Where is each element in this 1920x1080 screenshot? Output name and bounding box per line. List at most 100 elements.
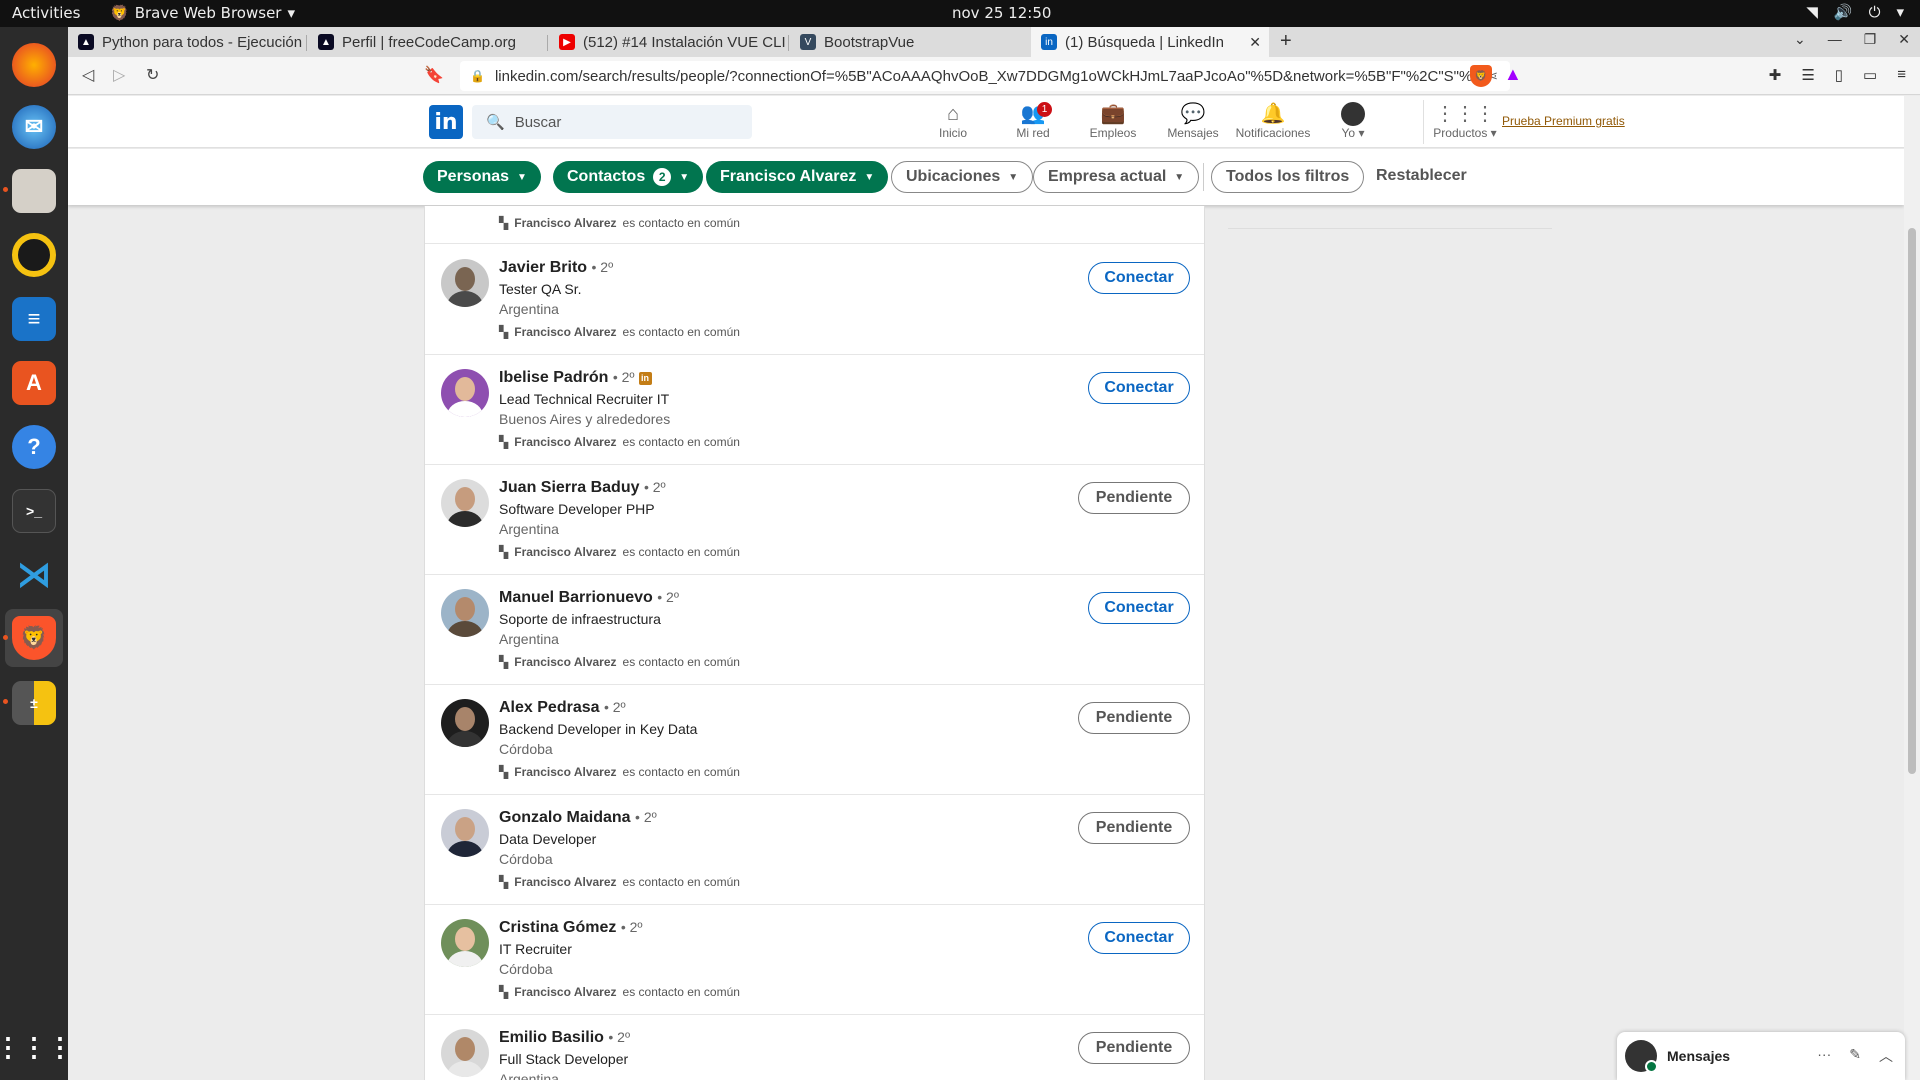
connect-button[interactable]: Conectar (1088, 372, 1190, 404)
nav-label: Yo (1341, 126, 1356, 140)
avatar[interactable] (441, 1029, 489, 1077)
tab-linkedin[interactable]: in (1) Búsqueda | LinkedIn ✕ (1031, 27, 1269, 57)
terminal-icon[interactable]: >_ (12, 489, 56, 533)
activities-button[interactable]: Activities (12, 4, 80, 22)
connect-button[interactable]: Conectar (1088, 922, 1190, 954)
mutual-name[interactable]: Francisco Alvarez (514, 545, 616, 559)
filter-ubicaciones[interactable]: Ubicaciones ▼ (891, 161, 1034, 193)
person-name[interactable]: Ibelise Padrón (499, 369, 608, 386)
tab-freecodecamp[interactable]: ▲ Perfil | freeCodeCamp.org (308, 27, 546, 57)
nav-notificaciones[interactable]: 🔔 Notificaciones (1233, 102, 1313, 140)
chevron-up-icon[interactable]: ︿ (1879, 1046, 1893, 1066)
avatar[interactable] (441, 259, 489, 307)
window-controls: ⌄ — ❐ ✕ (1794, 31, 1910, 48)
playlist-icon[interactable]: ☰ (1801, 66, 1814, 84)
scrollbar-thumb[interactable] (1908, 228, 1916, 774)
vscode-icon[interactable]: ⋊ (12, 553, 56, 597)
avatar[interactable] (441, 699, 489, 747)
nav-inicio[interactable]: ⌂ Inicio (913, 102, 993, 140)
mutual-name[interactable]: Francisco Alvarez (514, 765, 616, 779)
filter-personas[interactable]: Personas ▼ (423, 161, 541, 193)
compose-icon[interactable]: ✎ (1849, 1046, 1861, 1066)
minimize-icon[interactable]: — (1828, 31, 1842, 48)
filter-todos-los-filtros[interactable]: Todos los filtros (1211, 161, 1365, 193)
avatar[interactable] (441, 589, 489, 637)
wallet-icon[interactable]: ▭ (1863, 66, 1877, 84)
pending-button[interactable]: Pendiente (1078, 812, 1190, 844)
new-tab-button[interactable]: + (1280, 30, 1292, 53)
thunderbird-icon[interactable]: ✉ (12, 105, 56, 149)
nav-mi-red[interactable]: 👥 1 Mi red (993, 102, 1073, 140)
rhythmbox-icon[interactable] (12, 233, 56, 277)
person-name[interactable]: Emilio Basilio (499, 1029, 604, 1046)
extensions-icon[interactable]: ✚ (1769, 66, 1782, 84)
people-icon: ▚ (499, 875, 509, 889)
close-icon[interactable]: ✕ (1898, 31, 1910, 48)
pending-button[interactable]: Pendiente (1078, 1032, 1190, 1064)
filter-empresa-actual[interactable]: Empresa actual ▼ (1033, 161, 1200, 193)
nav-mensajes[interactable]: 💬 Mensajes (1153, 102, 1233, 140)
back-icon[interactable]: ◁ (82, 65, 94, 85)
page-scrollbar[interactable] (1904, 96, 1920, 1080)
avatar[interactable] (441, 479, 489, 527)
filter-contactos[interactable]: Contactos 2 ▼ (553, 161, 704, 193)
search-input[interactable]: 🔍 Buscar (472, 105, 752, 139)
premium-link[interactable]: Prueba Premium gratis (1502, 114, 1625, 128)
avatar[interactable] (441, 809, 489, 857)
tab-youtube[interactable]: ▶ (512) #14 Instalación VUE CLI (549, 27, 787, 57)
person-name[interactable]: Cristina Gómez (499, 919, 616, 936)
pending-button[interactable]: Pendiente (1078, 482, 1190, 514)
reset-filters-button[interactable]: Restablecer (1376, 167, 1467, 185)
person-name[interactable]: Juan Sierra Baduy (499, 479, 640, 496)
mutual-name[interactable]: Francisco Alvarez (514, 216, 616, 230)
app-menu[interactable]: 🦁 Brave Web Browser ▾ (110, 4, 295, 22)
brave-rewards-icon[interactable]: ▲ (1504, 64, 1522, 85)
apps-grid-icon[interactable]: ⋮⋮⋮ (0, 1025, 73, 1069)
avatar[interactable] (441, 369, 489, 417)
nav-productos[interactable]: ⋮⋮⋮ Productos ▾ (1420, 102, 1510, 140)
brave-icon[interactable]: 🦁 (12, 616, 56, 660)
software-icon[interactable]: A (12, 361, 56, 405)
avatar (1341, 102, 1365, 126)
reload-icon[interactable]: ↻ (146, 65, 159, 85)
mutual-name[interactable]: Francisco Alvarez (514, 655, 616, 669)
nav-empleos[interactable]: 💼 Empleos (1073, 102, 1153, 140)
connect-button[interactable]: Conectar (1088, 592, 1190, 624)
mutual-name[interactable]: Francisco Alvarez (514, 875, 616, 889)
tab-label: Perfil | freeCodeCamp.org (342, 33, 516, 51)
mutual-suffix: es contacto en común (622, 545, 740, 559)
person-name[interactable]: Manuel Barrionuevo (499, 589, 653, 606)
firefox-icon[interactable] (12, 43, 56, 87)
menu-icon[interactable]: ≡ (1897, 66, 1906, 84)
filter-francisco-alvarez[interactable]: Francisco Alvarez ▼ (706, 161, 889, 193)
mutual-name[interactable]: Francisco Alvarez (514, 985, 616, 999)
brave-shields-icon[interactable]: 🦁 (1470, 65, 1492, 87)
calculator-icon[interactable]: ± (12, 681, 56, 725)
person-name[interactable]: Alex Pedrasa (499, 699, 600, 716)
mutual-name[interactable]: Francisco Alvarez (514, 435, 616, 449)
url-bar[interactable]: 🔒 linkedin.com/search/results/people/?co… (460, 61, 1510, 91)
pending-button[interactable]: Pendiente (1078, 702, 1190, 734)
more-icon[interactable]: ··· (1817, 1046, 1831, 1066)
forward-icon[interactable]: ▷ (113, 65, 125, 85)
linkedin-logo[interactable]: in (429, 105, 463, 139)
help-icon[interactable]: ? (12, 425, 56, 469)
nav-yo[interactable]: Yo ▾ (1313, 102, 1393, 140)
connect-button[interactable]: Conectar (1088, 262, 1190, 294)
bookmark-icon[interactable]: 🔖 (424, 65, 444, 85)
person-name[interactable]: Javier Brito (499, 259, 587, 276)
person-name[interactable]: Gonzalo Maidana (499, 809, 631, 826)
tab-bootstrapvue[interactable]: V BootstrapVue (790, 27, 1028, 57)
files-icon[interactable] (12, 169, 56, 213)
clock[interactable]: nov 25 12:50 (952, 4, 1051, 22)
close-icon[interactable]: ✕ (1249, 34, 1261, 51)
tab-python[interactable]: ▲ Python para todos - Ejecución (68, 27, 305, 57)
avatar[interactable] (441, 919, 489, 967)
maximize-icon[interactable]: ❐ (1864, 31, 1877, 48)
mutual-name[interactable]: Francisco Alvarez (514, 325, 616, 339)
tab-search-icon[interactable]: ⌄ (1794, 31, 1806, 48)
sidebar-icon[interactable]: ▯ (1835, 66, 1843, 84)
messaging-dock[interactable]: Mensajes ··· ✎ ︿ (1617, 1032, 1905, 1080)
system-tray[interactable]: ◥ 🔊 ⏻ ▾ (1806, 3, 1904, 21)
writer-icon[interactable]: ≡ (12, 297, 56, 341)
